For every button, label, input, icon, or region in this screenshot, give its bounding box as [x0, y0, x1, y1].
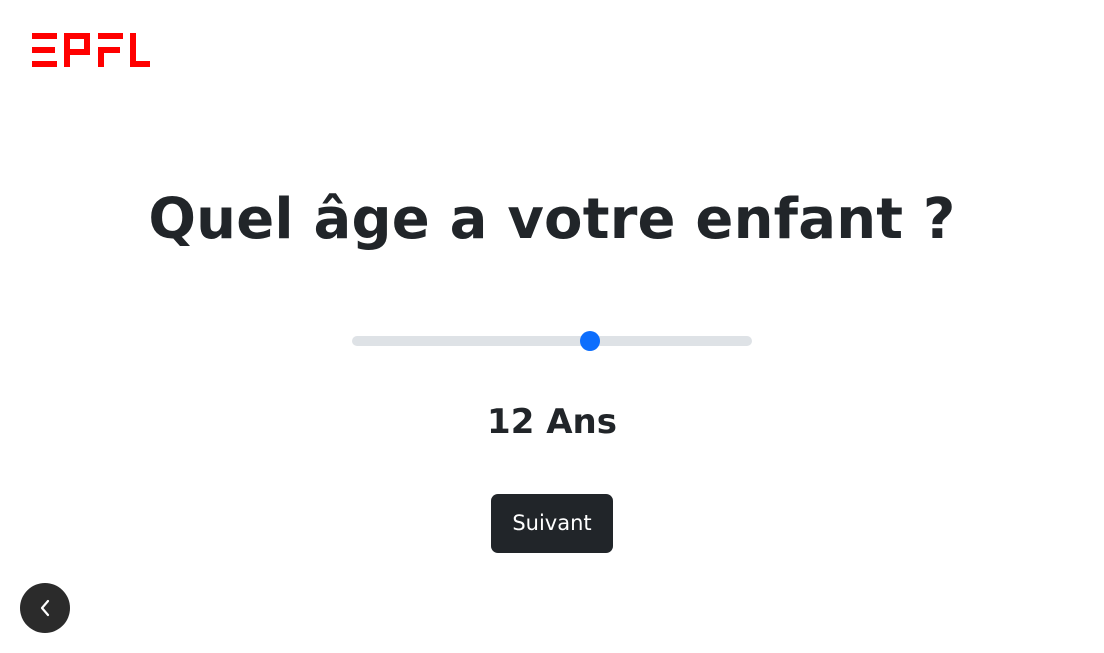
survey-page: Quel âge a votre enfant ? 12 Ans Suivant [0, 0, 1104, 653]
back-button[interactable] [20, 583, 70, 633]
age-slider[interactable] [352, 328, 752, 354]
age-unit: Ans [546, 402, 617, 442]
slider-thumb[interactable] [580, 331, 600, 351]
age-number: 12 [487, 402, 535, 442]
epfl-logo [32, 33, 150, 67]
slider-track[interactable] [352, 336, 752, 346]
next-button[interactable]: Suivant [491, 494, 613, 553]
chevron-left-icon [40, 599, 50, 617]
age-value-display: 12 Ans [0, 398, 1104, 446]
page-title: Quel âge a votre enfant ? [148, 187, 956, 252]
